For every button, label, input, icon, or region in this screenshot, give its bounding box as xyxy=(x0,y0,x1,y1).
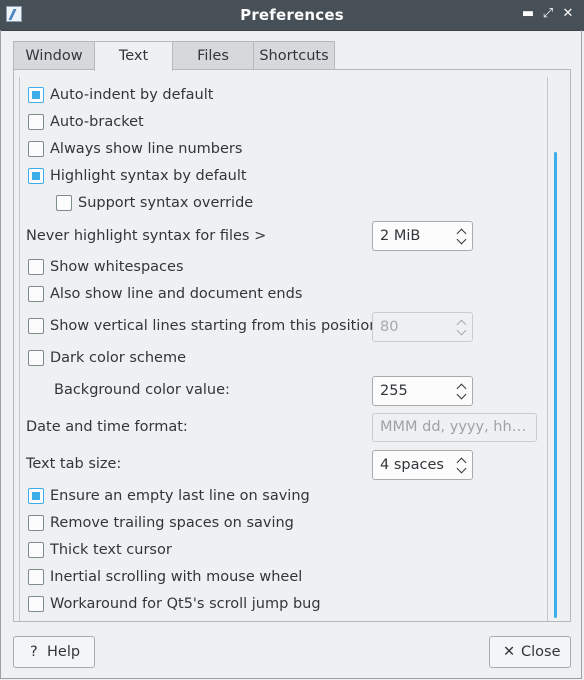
close-label: Close xyxy=(521,644,561,660)
vertical-line-position-spinbox[interactable]: 80 xyxy=(372,312,473,342)
checkbox-label: Thick text cursor xyxy=(50,542,172,558)
maximize-icon[interactable]: ⤢ xyxy=(540,6,556,22)
checkbox-label: Inertial scrolling with mouse wheel xyxy=(50,569,303,585)
checkbox-label: Show vertical lines starting from this p… xyxy=(50,318,384,334)
checkbox-label: Show whitespaces xyxy=(50,259,184,275)
spinbox-value: 2 MiB xyxy=(380,228,421,244)
checkbox-label: Workaround for Qt5's scroll jump bug xyxy=(50,596,321,612)
help-button[interactable]: ? Help xyxy=(13,636,95,668)
spin-arrows-icon[interactable] xyxy=(456,455,468,475)
checkbox-icon xyxy=(28,259,44,275)
spinbox-value: 4 spaces xyxy=(380,457,444,473)
background-color-label: Background color value: xyxy=(54,382,230,398)
checkbox-label: Auto-indent by default xyxy=(50,87,214,103)
window-title: Preferences xyxy=(240,6,344,24)
tab-files[interactable]: Files xyxy=(172,41,254,70)
checkbox-icon xyxy=(28,596,44,612)
spinbox-value: 255 xyxy=(380,383,408,399)
date-format-input[interactable]: MMM dd, yyyy, hh:mm:ss xyxy=(372,413,537,442)
checkbox-label: Highlight syntax by default xyxy=(50,168,247,184)
close-button[interactable]: ✕ Close xyxy=(489,636,571,668)
checkbox-icon xyxy=(28,515,44,531)
checkbox-icon xyxy=(28,542,44,558)
checkbox-icon xyxy=(28,286,44,302)
checkbox-icon xyxy=(28,569,44,585)
checkbox-label: Also show line and document ends xyxy=(50,286,303,302)
never-highlight-label: Never highlight syntax for files > xyxy=(26,228,267,244)
checkbox-label: Dark color scheme xyxy=(50,350,187,366)
date-format-placeholder: MMM dd, yyyy, hh:mm:ss xyxy=(380,419,530,435)
spinbox-value: 80 xyxy=(380,319,399,335)
title-bar: Preferences ▬ ⤢ ✕ xyxy=(0,0,584,31)
tab-size-label: Text tab size: xyxy=(26,456,122,472)
checkbox-icon xyxy=(28,350,44,366)
max-highlight-size-spinbox[interactable]: 2 MiB xyxy=(372,221,473,251)
date-format-label: Date and time format: xyxy=(26,419,188,435)
tab-window[interactable]: Window xyxy=(13,41,95,70)
checkbox-icon xyxy=(28,114,44,130)
help-icon: ? xyxy=(30,644,38,660)
help-label: Help xyxy=(47,644,81,660)
checkbox-icon xyxy=(28,488,44,504)
close-icon: ✕ xyxy=(503,644,516,660)
background-color-spinbox[interactable]: 255 xyxy=(372,376,473,406)
scrollbar-thumb[interactable] xyxy=(554,152,557,618)
checkbox-icon xyxy=(28,87,44,103)
checkbox-label: Support syntax override xyxy=(78,195,254,211)
checkbox-icon xyxy=(56,195,72,211)
checkbox-icon xyxy=(28,318,44,334)
checkbox-label: Always show line numbers xyxy=(50,141,243,157)
checkbox-label: Remove trailing spaces on saving xyxy=(50,515,294,531)
checkbox-label: Ensure an empty last line on saving xyxy=(50,488,310,504)
checkbox-icon xyxy=(28,141,44,157)
checkbox-icon xyxy=(28,168,44,184)
tab-shortcuts[interactable]: Shortcuts xyxy=(253,41,335,70)
spin-arrows-icon[interactable] xyxy=(456,317,468,337)
spin-arrows-icon[interactable] xyxy=(456,381,468,401)
checkbox-label: Auto-bracket xyxy=(50,114,144,130)
spin-arrows-icon[interactable] xyxy=(456,226,468,246)
tab-size-spinbox[interactable]: 4 spaces xyxy=(372,450,473,480)
close-window-icon[interactable]: ✕ xyxy=(560,6,576,22)
tab-text[interactable]: Text xyxy=(94,41,173,71)
minimize-icon[interactable]: ▬ xyxy=(520,6,536,22)
